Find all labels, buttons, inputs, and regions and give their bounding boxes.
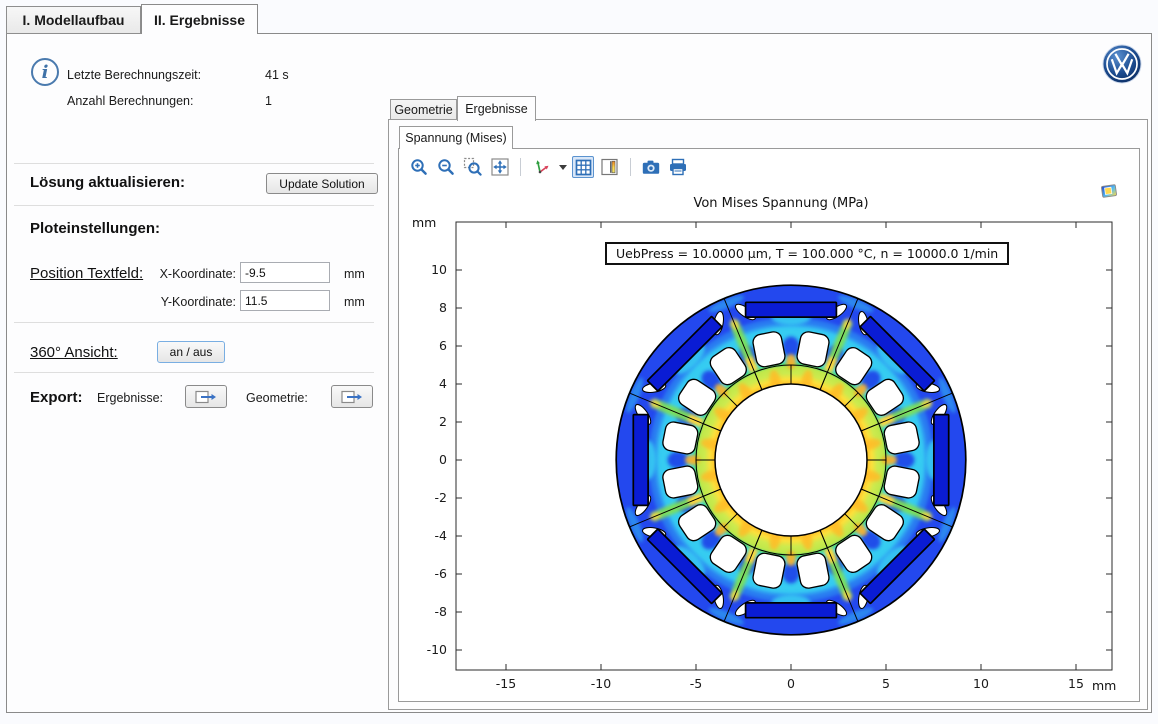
computation-count-label: Anzahl Berechnungen:: [67, 94, 193, 108]
svg-text:5: 5: [882, 676, 890, 691]
export-icon: [195, 390, 217, 404]
export-results-button[interactable]: [185, 385, 227, 408]
grid-toggle-icon[interactable]: [572, 156, 594, 178]
x-axis-unit: mm: [1092, 678, 1116, 693]
svg-text:-10: -10: [427, 642, 447, 657]
update-solution-button[interactable]: Update Solution: [266, 173, 378, 194]
svg-text:-10: -10: [591, 676, 611, 691]
svg-text:-8: -8: [435, 604, 448, 619]
zoom-box-icon[interactable]: [462, 156, 484, 178]
tab-spannung-mises[interactable]: Spannung (Mises): [399, 126, 513, 149]
tab-spannung-mises-label: Spannung (Mises): [405, 131, 506, 145]
export-geometry-label: Geometrie:: [246, 391, 308, 405]
export-geometry-button[interactable]: [331, 385, 373, 408]
y-axis-unit: mm: [412, 215, 436, 230]
rotor-cross-section: [616, 285, 966, 635]
tab-gfx-ergebnisse-label: Ergebnisse: [465, 102, 528, 116]
x-coordinate-input[interactable]: [240, 262, 330, 283]
divider: [14, 372, 374, 373]
solution-heading: Lösung aktualisieren:: [30, 174, 185, 191]
info-icon: i: [31, 58, 59, 86]
vw-logo-icon: [1102, 44, 1142, 84]
toggle-360-button[interactable]: an / aus: [157, 341, 225, 363]
view-orientation-icon[interactable]: [530, 156, 552, 178]
tab-geometrie-label: Geometrie: [394, 103, 452, 117]
app-window: I. Modellaufbau II. Ergebnisse i Letzte …: [0, 0, 1158, 724]
view-360-label: 360° Ansicht:: [30, 344, 118, 361]
zoom-in-icon[interactable]: [408, 156, 430, 178]
snapshot-camera-icon[interactable]: [640, 156, 662, 178]
svg-text:0: 0: [787, 676, 795, 691]
export-results-label: Ergebnisse:: [97, 391, 163, 405]
textbox-position-label: Position Textfeld:: [30, 265, 143, 282]
zoom-extents-icon[interactable]: [489, 156, 511, 178]
y-coordinate-label: Y-Koordinate:: [150, 295, 236, 309]
y-unit-label: mm: [344, 295, 365, 309]
divider: [14, 322, 374, 323]
print-icon[interactable]: [667, 156, 689, 178]
plot-title: Von Mises Spannung (MPa): [453, 196, 1109, 211]
graphics-toolbar: [408, 155, 689, 179]
tab-ergebnisse[interactable]: II. Ergebnisse: [141, 4, 258, 34]
svg-text:4: 4: [439, 376, 447, 391]
svg-text:-2: -2: [435, 490, 447, 505]
svg-text:-5: -5: [690, 676, 702, 691]
update-solution-label: Update Solution: [279, 177, 364, 191]
svg-text:2: 2: [439, 414, 447, 429]
tab-modellaufbau-label: I. Modellaufbau: [23, 12, 125, 28]
last-computation-label: Letzte Berechnungszeit:: [67, 68, 201, 82]
info-glyph: i: [42, 62, 49, 83]
view-orientation-dropdown-icon[interactable]: [559, 165, 567, 170]
toolbar-separator: [630, 158, 631, 176]
svg-text:0: 0: [439, 452, 447, 467]
svg-text:-6: -6: [435, 566, 448, 581]
plot-settings-heading: Ploteinstellungen:: [30, 220, 160, 237]
svg-text:6: 6: [439, 338, 447, 353]
y-coordinate-input[interactable]: [240, 290, 330, 311]
color-legend-toggle-icon[interactable]: [599, 156, 621, 178]
x-coordinate-label: X-Koordinate:: [150, 267, 236, 281]
divider: [14, 205, 374, 206]
tab-modellaufbau[interactable]: I. Modellaufbau: [6, 6, 141, 34]
svg-text:8: 8: [439, 300, 447, 315]
tab-geometrie[interactable]: Geometrie: [390, 99, 457, 120]
divider: [14, 163, 374, 164]
svg-text:-15: -15: [496, 676, 516, 691]
svg-text:10: 10: [973, 676, 989, 691]
svg-text:10: 10: [431, 262, 447, 277]
computation-count-value: 1: [265, 94, 272, 108]
zoom-out-icon[interactable]: [435, 156, 457, 178]
export-heading: Export:: [30, 389, 83, 406]
svg-text:15: 15: [1068, 676, 1084, 691]
toolbar-separator: [520, 158, 521, 176]
export-icon: [341, 390, 363, 404]
plot-annotation-box: UebPress = 10.0000 µm, T = 100.000 °C, n…: [605, 242, 1009, 265]
x-unit-label: mm: [344, 267, 365, 281]
tab-ergebnisse-label: II. Ergebnisse: [154, 12, 245, 28]
svg-text:-4: -4: [435, 528, 448, 543]
tab-gfx-ergebnisse[interactable]: Ergebnisse: [457, 96, 536, 121]
graphics-canvas[interactable]: -15 -10 -5 0 5 10 15 -10 -8 -6 -4 -2 0 2 4 6 8 10: [410, 195, 1140, 695]
toggle-360-label: an / aus: [170, 345, 213, 359]
last-computation-value: 41 s: [265, 68, 289, 82]
